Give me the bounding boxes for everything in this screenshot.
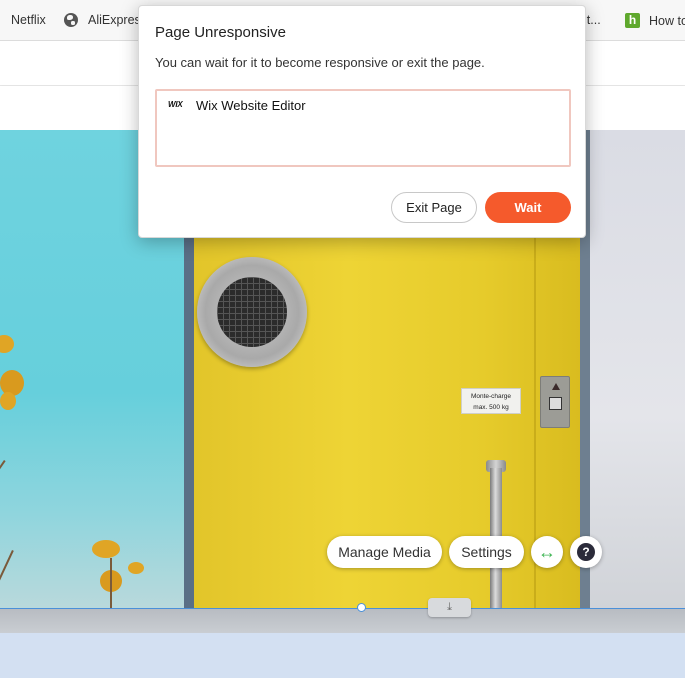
page-unresponsive-dialog: Page Unresponsive You can wait for it to…: [138, 5, 586, 238]
unresponsive-pages-list: WIX Wix Website Editor: [155, 89, 571, 167]
globe-icon: [64, 13, 78, 27]
stretch-arrows-icon: ↔: [538, 541, 556, 562]
call-switch: [540, 376, 570, 428]
bookmark-label: it...: [584, 13, 601, 27]
section-strip: [0, 608, 685, 633]
bookmark-netflix[interactable]: Netflix: [11, 13, 46, 27]
exit-page-button[interactable]: Exit Page: [391, 192, 477, 223]
section-drag-handle[interactable]: ⤓: [428, 598, 471, 617]
plate-line: max. 500 kg: [473, 404, 509, 411]
question-mark-icon: ?: [577, 543, 595, 561]
resize-handle-dot[interactable]: [357, 603, 366, 612]
settings-button[interactable]: Settings: [449, 536, 524, 568]
dialog-title: Page Unresponsive: [155, 24, 286, 41]
flower-decoration: [0, 392, 16, 410]
stretch-button[interactable]: ↔: [531, 536, 563, 568]
wait-button[interactable]: Wait: [485, 192, 571, 223]
bookmark-it[interactable]: it...: [584, 13, 601, 27]
vent-grille: [217, 277, 287, 347]
wix-logo-icon: WIX: [168, 100, 183, 109]
porthole-vent: [197, 257, 307, 367]
wall-panel: [590, 130, 685, 608]
square-button-icon: [549, 397, 562, 410]
bookmark-how-to[interactable]: h How to: [625, 13, 685, 28]
stem-decoration: [110, 558, 112, 608]
houzz-h-icon: h: [625, 13, 640, 28]
help-button[interactable]: ?: [570, 536, 602, 568]
flower-decoration: [92, 540, 120, 558]
manage-media-button[interactable]: Manage Media: [327, 536, 442, 568]
flower-decoration: [128, 562, 144, 574]
plate-line: Monte-charge: [470, 393, 512, 400]
door-handle: [486, 460, 506, 608]
bookmark-label: How to: [649, 13, 685, 28]
lower-section: [0, 633, 685, 678]
dialog-message: You can wait for it to become responsive…: [155, 55, 485, 70]
button-label: Manage Media: [338, 544, 431, 560]
button-label: Settings: [461, 544, 512, 560]
bookmark-aliexpress[interactable]: AliExpress: [64, 13, 147, 27]
download-arrow-icon: ⤓: [447, 601, 452, 613]
capacity-plate: Monte-charge max. 500 kg: [461, 388, 521, 414]
page-name: Wix Website Editor: [196, 98, 306, 113]
bookmark-label: Netflix: [11, 13, 46, 27]
up-arrow-icon: [552, 383, 560, 390]
